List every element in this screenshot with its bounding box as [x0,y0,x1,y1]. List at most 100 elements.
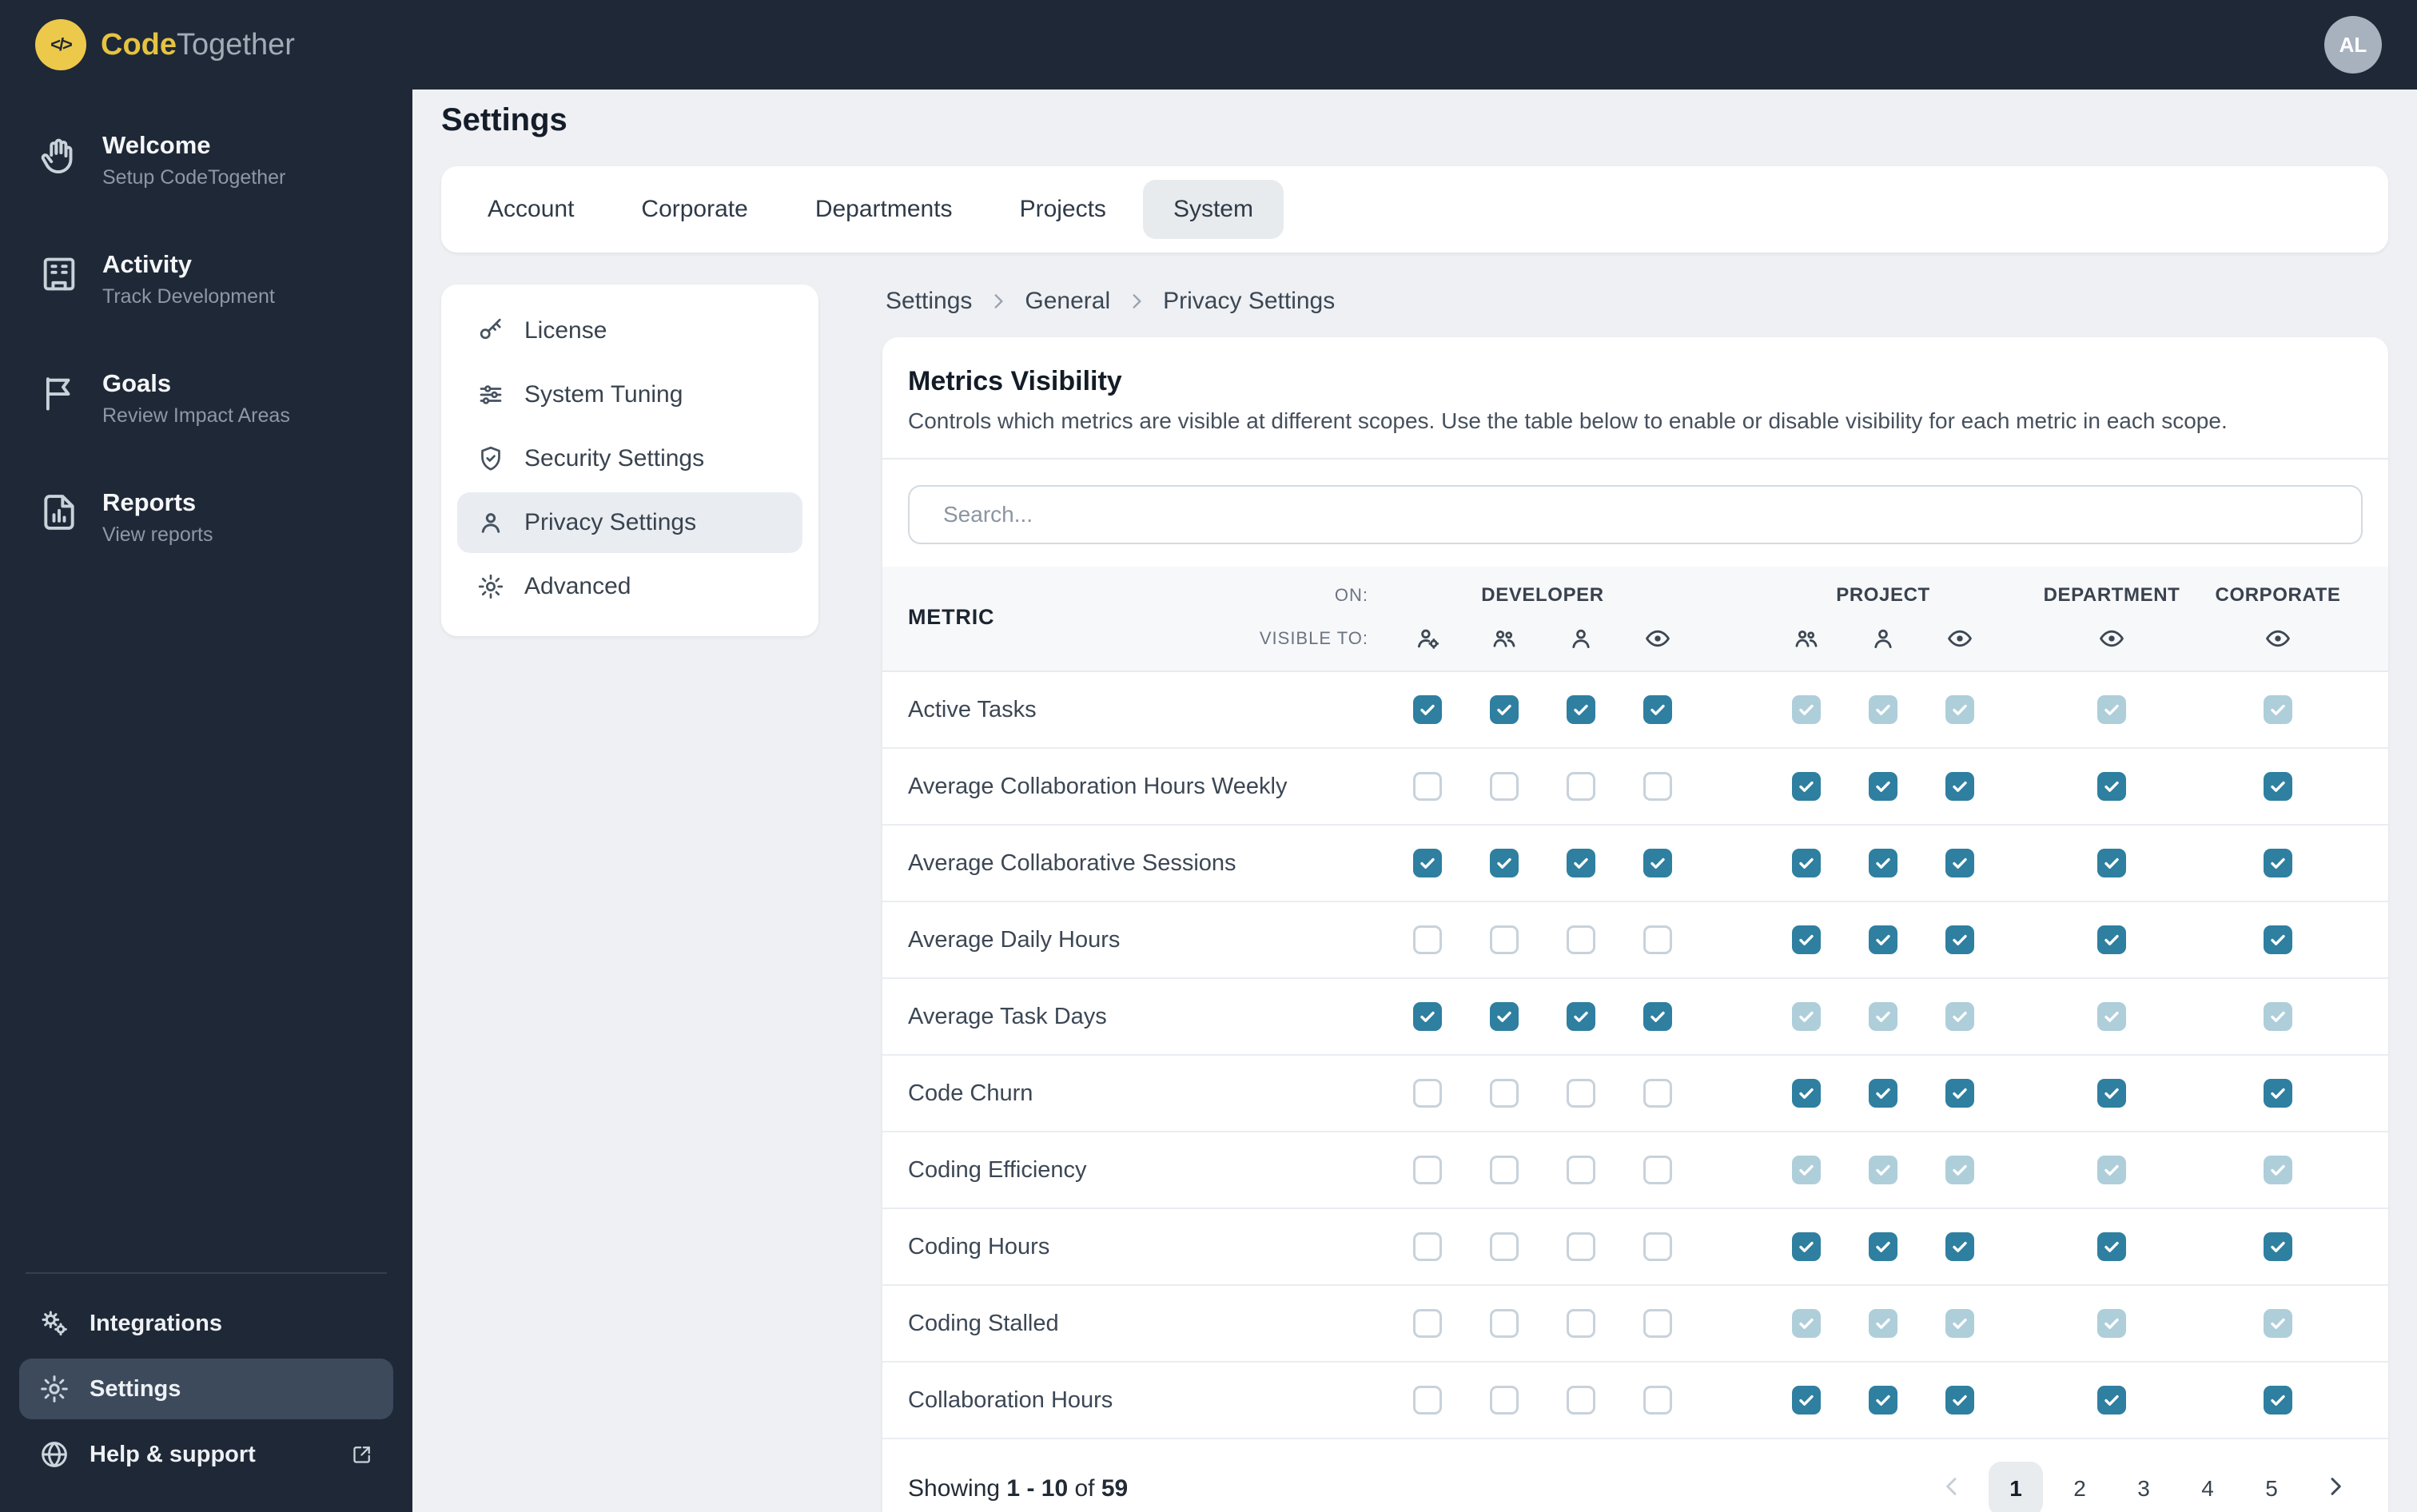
visibility-checkbox[interactable] [2264,1386,2292,1415]
tab-departments[interactable]: Departments [785,180,983,239]
tab-projects[interactable]: Projects [989,180,1137,239]
visibility-checkbox[interactable] [1792,1232,1821,1261]
visibility-checkbox[interactable] [1567,772,1595,801]
visibility-checkbox[interactable] [1643,1386,1672,1415]
tab-system[interactable]: System [1142,180,1284,239]
visibility-checkbox[interactable] [1567,925,1595,954]
visibility-checkbox[interactable] [1490,849,1519,877]
visibility-checkbox[interactable] [2264,1232,2292,1261]
visibility-checkbox[interactable] [1792,925,1821,954]
visibility-checkbox[interactable] [1945,772,1974,801]
visibility-checkbox[interactable] [1792,849,1821,877]
subnav-item-system-tuning[interactable]: System Tuning [457,364,802,425]
sidebar-item-reports[interactable]: Reports View reports [19,475,393,559]
visibility-checkbox[interactable] [1643,849,1672,877]
visibility-checkbox[interactable] [2097,1386,2126,1415]
visibility-checkbox[interactable] [1945,1386,1974,1415]
search-input[interactable] [943,502,2342,527]
visibility-checkbox[interactable] [1869,772,1897,801]
visibility-checkbox[interactable] [1490,695,1519,724]
visibility-checkbox[interactable] [1792,1079,1821,1108]
visibility-checkbox[interactable] [1413,1232,1442,1261]
visibility-checkbox[interactable] [2097,925,2126,954]
visibility-checkbox[interactable] [1643,772,1672,801]
subnav-item-privacy-settings[interactable]: Privacy Settings [457,492,802,553]
visibility-checkbox[interactable] [1643,1232,1672,1261]
visibility-checkbox[interactable] [2097,1079,2126,1108]
visibility-checkbox[interactable] [1567,849,1595,877]
visibility-checkbox[interactable] [1643,925,1672,954]
visibility-checkbox[interactable] [1567,1309,1595,1338]
visibility-checkbox[interactable] [2264,772,2292,801]
visibility-checkbox[interactable] [1413,1386,1442,1415]
visibility-checkbox[interactable] [1945,1079,1974,1108]
sidebar-item-integrations[interactable]: Integrations [19,1293,393,1354]
visibility-checkbox[interactable] [1413,772,1442,801]
visibility-checkbox[interactable] [1490,925,1519,954]
visibility-checkbox[interactable] [1413,695,1442,724]
sidebar-item-help-support[interactable]: Help & support [19,1424,393,1485]
visibility-checkbox[interactable] [2264,849,2292,877]
sidebar-item-activity[interactable]: Activity Track Development [19,237,393,321]
visibility-checkbox[interactable] [1869,925,1897,954]
visibility-checkbox[interactable] [1567,1156,1595,1184]
page-button-1[interactable]: 1 [1989,1462,2043,1512]
sidebar-item-goals[interactable]: Goals Review Impact Areas [19,356,393,440]
avatar[interactable]: AL [2324,16,2382,74]
visibility-checkbox[interactable] [1945,925,1974,954]
visibility-checkbox[interactable] [1413,849,1442,877]
visibility-checkbox[interactable] [1792,1386,1821,1415]
visibility-checkbox[interactable] [1945,1232,1974,1261]
page-button-5[interactable]: 5 [2244,1462,2299,1512]
visibility-checkbox[interactable] [1413,1156,1442,1184]
visibility-checkbox[interactable] [1490,1002,1519,1031]
visibility-checkbox[interactable] [1567,1079,1595,1108]
visibility-checkbox[interactable] [1643,1079,1672,1108]
visibility-checkbox[interactable] [1567,695,1595,724]
subnav-item-license[interactable]: License [457,300,802,361]
on-label: ON: [1334,585,1368,605]
visibility-checkbox[interactable] [1413,925,1442,954]
visibility-checkbox[interactable] [1869,849,1897,877]
visibility-checkbox[interactable] [2097,849,2126,877]
subnav-item-security-settings[interactable]: Security Settings [457,428,802,489]
visibility-checkbox[interactable] [1567,1232,1595,1261]
visibility-checkbox[interactable] [1490,1232,1519,1261]
visibility-checkbox[interactable] [1490,1386,1519,1415]
breadcrumb-item-settings[interactable]: Settings [886,288,972,315]
visibility-checkbox[interactable] [1567,1002,1595,1031]
page-button-2[interactable]: 2 [2053,1462,2107,1512]
page-button-4[interactable]: 4 [2180,1462,2235,1512]
sidebar-item-settings[interactable]: Settings [19,1359,393,1419]
sidebar-item-welcome[interactable]: Welcome Setup CodeTogether [19,118,393,202]
visibility-checkbox[interactable] [1413,1079,1442,1108]
visibility-checkbox[interactable] [2097,1232,2126,1261]
next-page-button[interactable] [2308,1462,2363,1512]
visibility-checkbox[interactable] [1490,1156,1519,1184]
visibility-checkbox[interactable] [1643,1156,1672,1184]
visibility-checkbox[interactable] [1413,1309,1442,1338]
breadcrumb-item-general[interactable]: General [1025,288,1110,315]
visibility-checkbox[interactable] [1643,695,1672,724]
visibility-checkbox[interactable] [1643,1002,1672,1031]
tab-account[interactable]: Account [457,180,604,239]
visibility-checkbox[interactable] [2264,1079,2292,1108]
visibility-checkbox[interactable] [1869,1386,1897,1415]
tab-corporate[interactable]: Corporate [611,180,778,239]
subnav-item-advanced[interactable]: Advanced [457,556,802,617]
visibility-checkbox[interactable] [1792,772,1821,801]
visibility-checkbox[interactable] [1643,1309,1672,1338]
page-button-3[interactable]: 3 [2116,1462,2171,1512]
visibility-checkbox[interactable] [1567,1386,1595,1415]
visibility-checkbox[interactable] [2097,772,2126,801]
previous-page-button[interactable] [1925,1462,1979,1512]
visibility-checkbox[interactable] [1490,1309,1519,1338]
visibility-checkbox[interactable] [1413,1002,1442,1031]
visibility-checkbox[interactable] [1869,1232,1897,1261]
visibility-checkbox[interactable] [1945,849,1974,877]
visibility-checkbox[interactable] [1869,1079,1897,1108]
visibility-checkbox[interactable] [1490,772,1519,801]
visibility-checkbox[interactable] [2264,925,2292,954]
person-icon [1869,625,1897,652]
visibility-checkbox[interactable] [1490,1079,1519,1108]
